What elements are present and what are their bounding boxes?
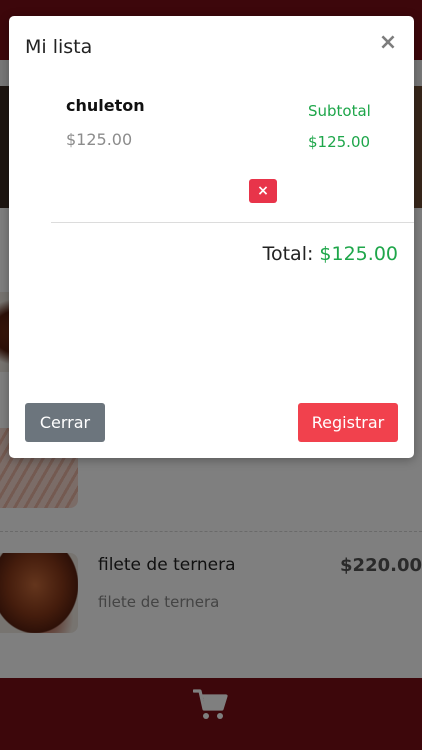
cart-item-subtotal-value: $125.00 (308, 133, 371, 151)
cart-item-name: chuleton (66, 96, 145, 115)
app-screen: filete de ternera filete de ternera $220… (0, 0, 422, 750)
close-icon[interactable]: × (378, 32, 398, 54)
cart-modal: Mi lista × chuleton $125.00 Subtotal $12… (9, 16, 414, 458)
total-label: Total: (262, 243, 314, 265)
cart-total: Total: $125.00 (263, 243, 398, 265)
total-amount: $125.00 (319, 243, 398, 265)
register-button[interactable]: Registrar (298, 403, 398, 442)
divider (51, 222, 414, 223)
close-button[interactable]: Cerrar (25, 403, 105, 442)
remove-item-button[interactable]: × (249, 179, 277, 203)
cart-item-subtotal-label: Subtotal (308, 102, 371, 120)
cart-item-price: $125.00 (66, 130, 133, 149)
modal-title: Mi lista (25, 36, 93, 58)
